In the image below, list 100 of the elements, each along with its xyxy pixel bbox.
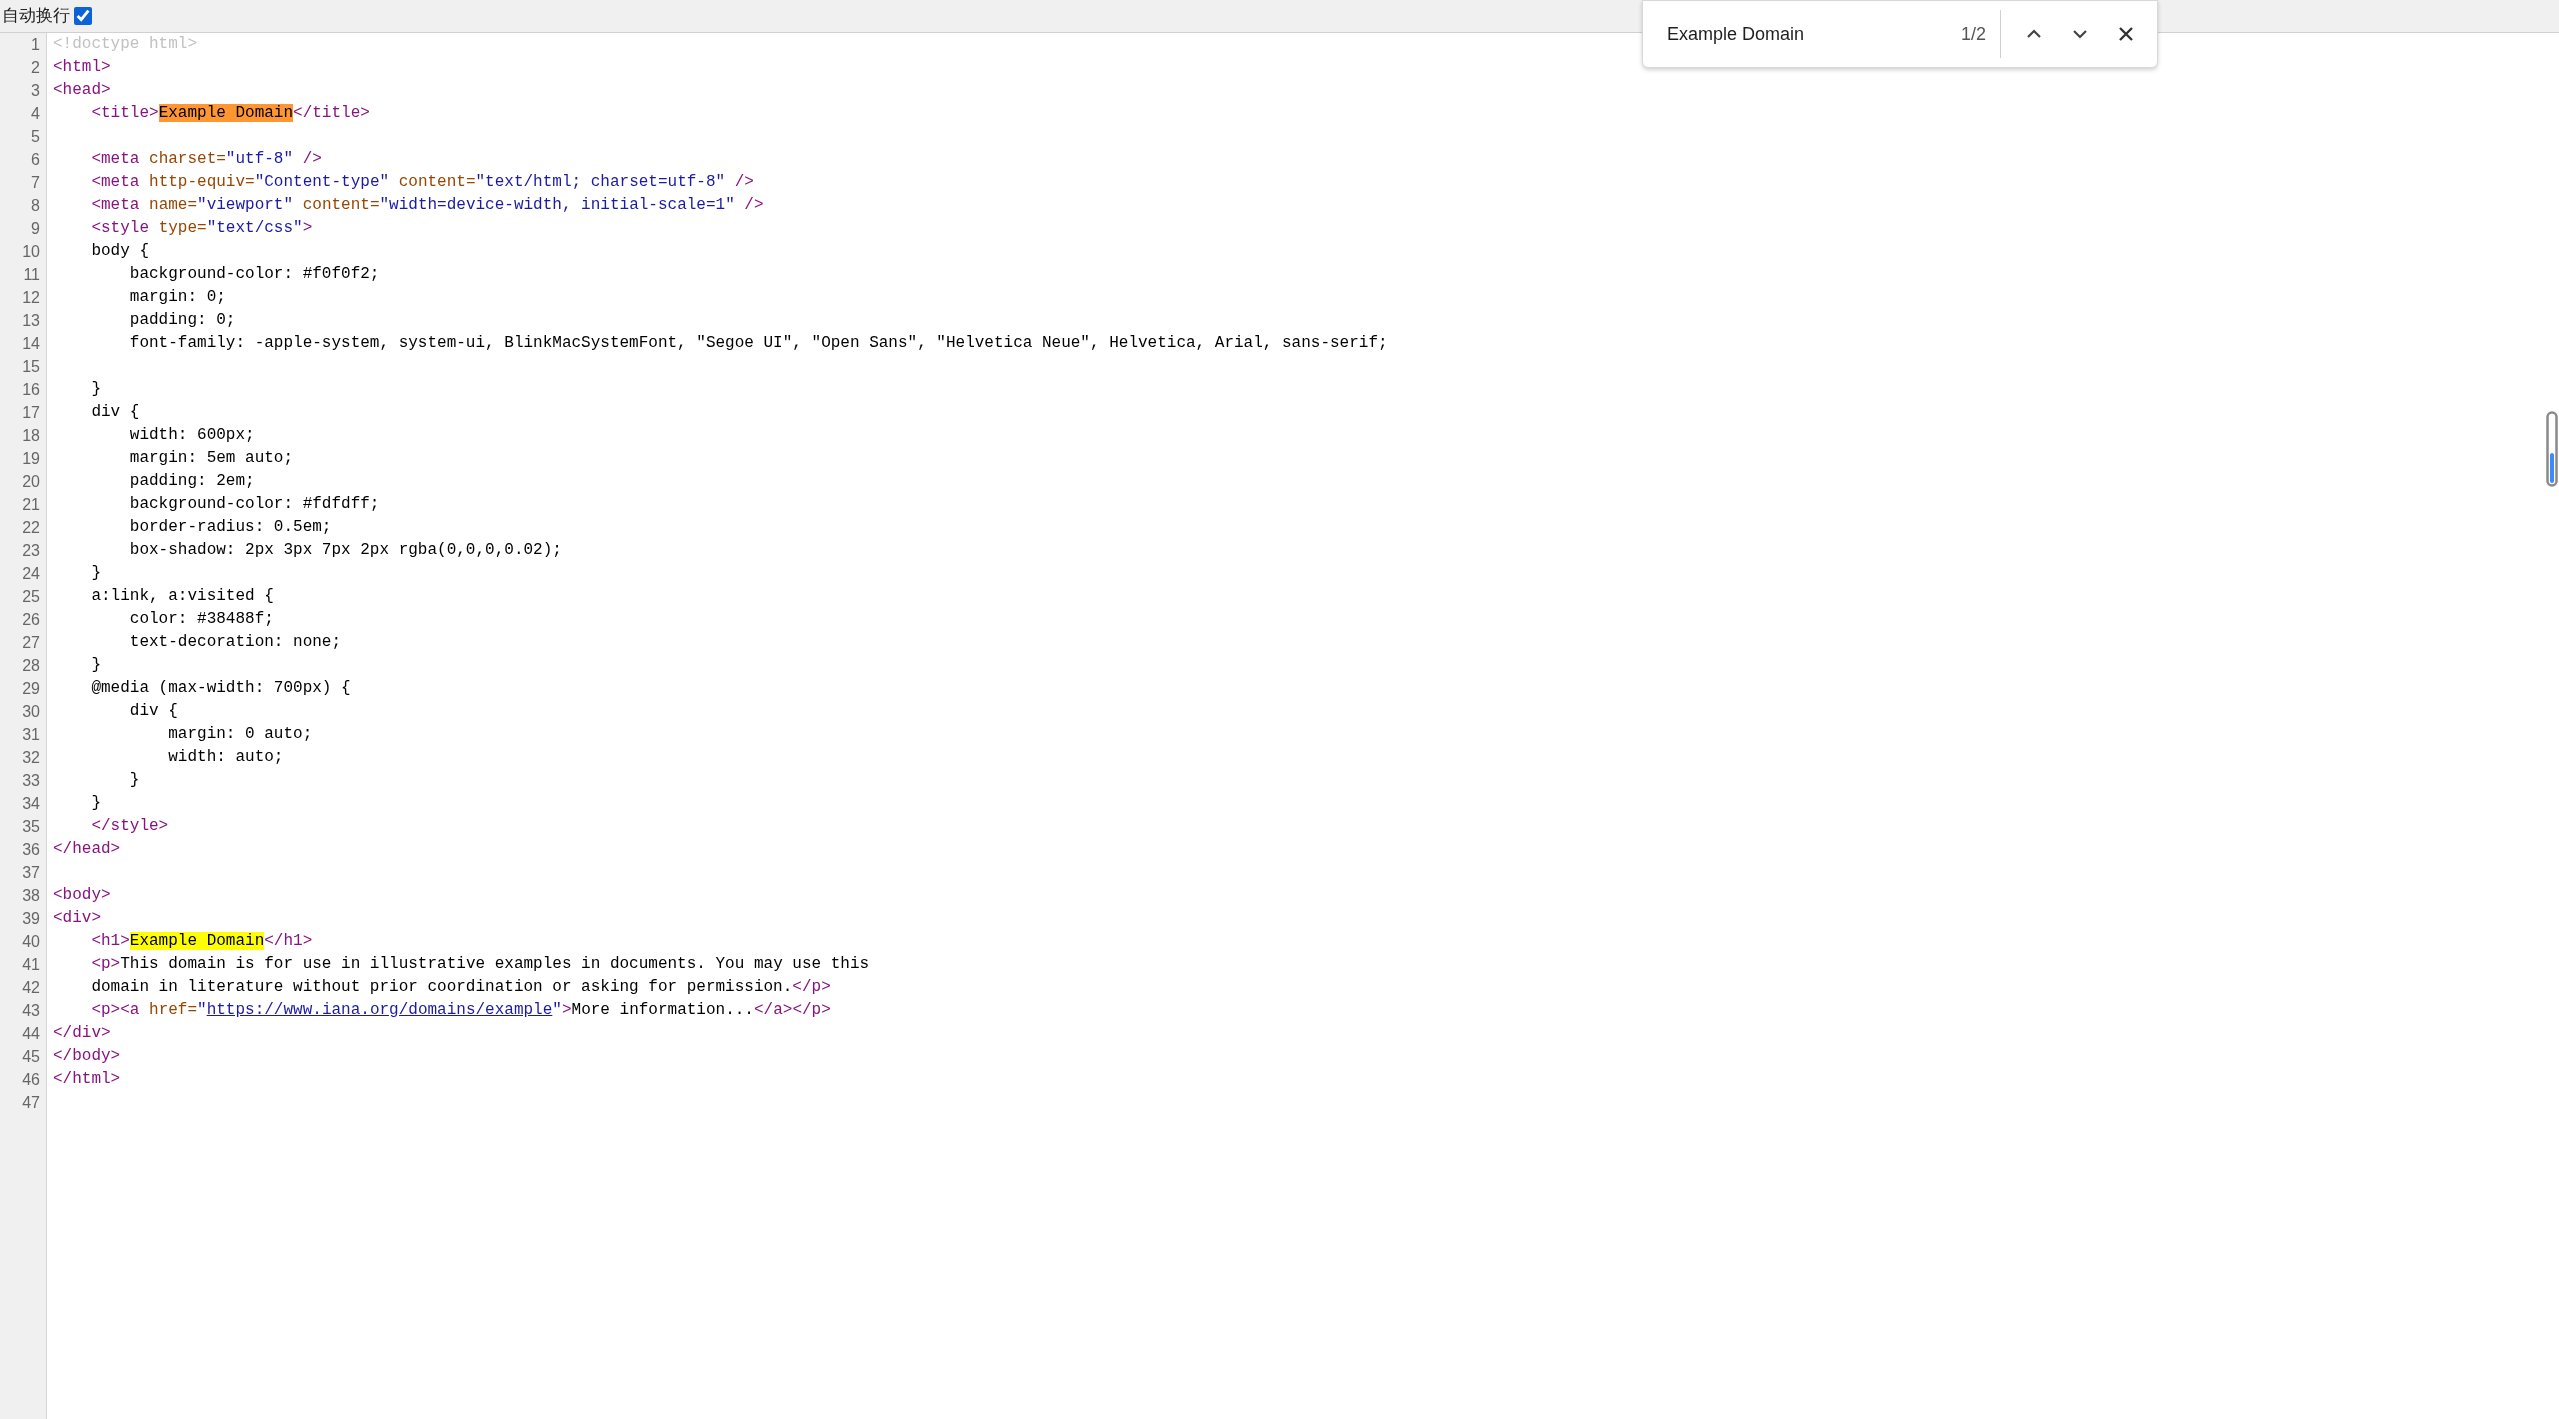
code-text: @media (max-width: 700px) {: [91, 679, 351, 697]
line-number: 4: [31, 104, 40, 124]
code-text: margin: 0 auto;: [168, 725, 313, 743]
tag-text: >: [302, 219, 313, 237]
line-number: 13: [22, 311, 40, 331]
tag-text: <h1>: [91, 932, 130, 950]
code-text: font-family: -apple-system, system-ui, BlinkMacSystemFont, "Segoe UI", "Open Sans", "Helvetica Neue", Helvetica, Arial, sans-serif;: [129, 334, 1388, 352]
tag-text: </body>: [53, 1047, 121, 1065]
code-text: padding: 0;: [129, 311, 236, 329]
code-text: More information...: [571, 1001, 754, 1019]
attribute-name: content=: [302, 196, 380, 214]
line-number: 30: [22, 702, 40, 722]
attribute-name: href=: [149, 1001, 198, 1019]
tag-text: <html>: [53, 58, 111, 76]
wrap-checkbox[interactable]: [74, 7, 92, 25]
code-text: }: [91, 656, 101, 674]
line-number: 43: [22, 1001, 40, 1021]
chevron-up-icon: [2026, 29, 2042, 39]
line-number: 46: [22, 1070, 40, 1090]
close-icon: [2119, 27, 2133, 41]
line-number: 36: [22, 840, 40, 860]
code-text: padding: 2em;: [129, 472, 255, 490]
code-text: box-shadow: 2px 3px 7px 2px rgba(0,0,0,0.02);: [129, 541, 562, 559]
link[interactable]: https://www.iana.org/domains/example: [206, 1001, 553, 1019]
line-number: 44: [22, 1024, 40, 1044]
code-text: text-decoration: none;: [129, 633, 342, 651]
attribute-value: "viewport": [197, 196, 294, 214]
code-text: background-color: #fdfdff;: [129, 495, 380, 513]
tag-text: <head>: [53, 81, 111, 99]
code-text: border-radius: 0.5em;: [129, 518, 332, 536]
line-number: 41: [22, 955, 40, 975]
attribute-name: name=: [149, 196, 198, 214]
line-number: 14: [22, 334, 40, 354]
code-text: }: [129, 771, 140, 789]
tag-text: />: [734, 173, 754, 191]
line-number: 1: [31, 35, 40, 55]
tag-text: </html>: [53, 1070, 121, 1088]
attribute-value: "utf-8": [225, 150, 294, 168]
line-number: 6: [31, 150, 40, 170]
line-number: 25: [22, 587, 40, 607]
code-text: }: [91, 380, 101, 398]
line-number: 35: [22, 817, 40, 837]
attribute-name: content=: [398, 173, 476, 191]
code-text: margin: 5em auto;: [129, 449, 294, 467]
tag-text: <p><a: [91, 1001, 140, 1019]
attribute-name: type=: [158, 219, 207, 237]
line-number: 24: [22, 564, 40, 584]
line-number: 23: [22, 541, 40, 561]
scroll-indicator[interactable]: [2546, 411, 2558, 487]
line-number: 19: [22, 449, 40, 469]
tag-text: </h1>: [264, 932, 313, 950]
line-number: 20: [22, 472, 40, 492]
code-text: color: #38488f;: [129, 610, 274, 628]
find-input[interactable]: Example Domain: [1667, 20, 1961, 48]
tag-text: <meta: [91, 173, 140, 191]
attribute-value: "width=device-width, initial-scale=1": [379, 196, 735, 214]
tag-text: </title>: [293, 104, 370, 122]
wrap-label: 自动换行: [2, 4, 70, 28]
code-text: }: [91, 564, 101, 582]
line-number: 47: [22, 1093, 40, 1113]
attribute-value: "Content-type": [254, 173, 390, 191]
attribute-value: "text/html; charset=utf-8": [475, 173, 726, 191]
tag-text: <style: [91, 219, 149, 237]
tag-text: <div>: [53, 909, 101, 927]
code-text: width: 600px;: [129, 426, 255, 444]
tag-text: <title>: [91, 104, 159, 122]
line-number: 32: [22, 748, 40, 768]
line-number: 26: [22, 610, 40, 630]
line-number: 31: [22, 725, 40, 745]
line-number: 18: [22, 426, 40, 446]
tag-text: />: [302, 150, 322, 168]
line-number: 45: [22, 1047, 40, 1067]
attribute-name: charset=: [149, 150, 226, 168]
line-number: 10: [22, 242, 40, 262]
search-match: Example Domain: [129, 932, 265, 950]
line-number: 9: [31, 219, 40, 239]
line-number: 15: [22, 357, 40, 377]
line-number: 33: [22, 771, 40, 791]
code-text: a:link, a:visited {: [91, 587, 274, 605]
match-count: 1/2: [1960, 22, 1987, 46]
line-number: 17: [22, 403, 40, 423]
tag-text: </div>: [53, 1024, 111, 1042]
line-number: 12: [22, 288, 40, 308]
line-number: 40: [22, 932, 40, 952]
line-number: 5: [31, 127, 40, 147]
chevron-down-icon: [2072, 29, 2088, 39]
line-number: 8: [31, 196, 40, 216]
code-text: div {: [129, 702, 178, 720]
line-number: 42: [22, 978, 40, 998]
code-text: width: auto;: [168, 748, 284, 766]
attribute-name: http-equiv=: [149, 173, 255, 191]
line-number: 16: [22, 380, 40, 400]
tag-text: <body>: [53, 886, 111, 904]
line-number: 22: [22, 518, 40, 538]
search-match: Example Domain: [158, 104, 294, 122]
code-text: body {: [91, 242, 149, 260]
code-text: }: [91, 794, 101, 812]
line-number: 28: [22, 656, 40, 676]
tag-text: <meta: [91, 196, 140, 214]
tag-text: <p>: [91, 955, 121, 973]
